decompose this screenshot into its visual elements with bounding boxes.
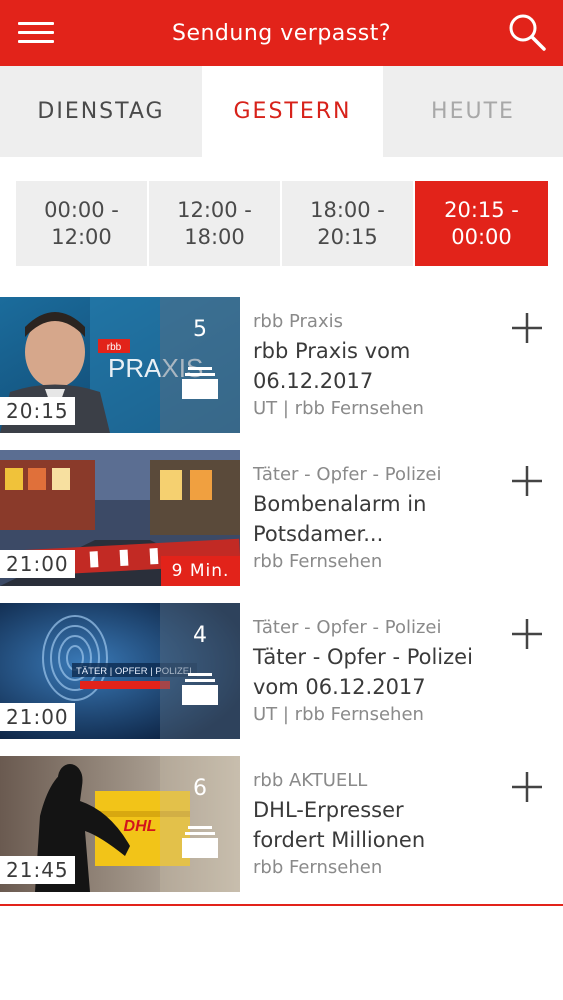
episode-count-overlay: 6 (160, 756, 240, 892)
stack-icon (182, 367, 218, 399)
tab-heute[interactable]: HEUTE (383, 66, 563, 157)
time-badge: 21:45 (0, 856, 75, 884)
list-item[interactable]: TÄTER | OPFER | POLIZEI 4 21:00 Täter - … (0, 603, 563, 739)
item-subtitle: UT | rbb Fernsehen (253, 704, 424, 725)
page-title: Sendung verpasst? (171, 20, 392, 46)
time-slot-start: 20:15 - (444, 197, 519, 222)
item-title-line: fordert Millionen (253, 828, 426, 852)
item-category: Täter - Opfer - Polizei (253, 464, 442, 485)
item-title-line: vom 06.12.2017 (253, 675, 426, 699)
item-title-line: Täter - Opfer - Polizei (253, 645, 473, 669)
stack-icon (182, 826, 218, 858)
time-slot-end: 20:15 (317, 224, 378, 249)
add-icon[interactable] (510, 770, 544, 804)
list-item[interactable]: 9 Min. 21:00 Täter - Opfer - Polizei Bom… (0, 450, 563, 586)
item-meta: rbb AKTUELL DHL-Erpresser fordert Millio… (253, 770, 503, 879)
time-slot-end: 18:00 (184, 224, 245, 249)
item-meta: rbb Praxis rbb Praxis vom 06.12.2017 UT … (253, 311, 503, 420)
item-title-line: Potsdamer... (253, 522, 384, 546)
stack-icon (182, 673, 218, 705)
top-app-bar: Sendung verpasst? (0, 0, 563, 66)
time-slot-end: 00:00 (451, 224, 512, 249)
episode-count: 4 (193, 623, 207, 648)
item-category: Täter - Opfer - Polizei (253, 617, 442, 638)
item-title[interactable]: DHL-Erpresser fordert Millionen (253, 795, 503, 855)
list-end-divider (0, 904, 563, 906)
item-title-line: Bombenalarm in (253, 492, 427, 516)
item-subtitle: rbb Fernsehen (253, 551, 383, 572)
thumbnail-image[interactable]: TÄTER | OPFER | POLIZEI 4 21:00 (0, 603, 240, 739)
add-icon[interactable] (510, 311, 544, 345)
item-title-line: rbb Praxis vom (253, 339, 411, 363)
tab-gestern[interactable]: GESTERN (202, 66, 383, 157)
item-category: rbb Praxis (253, 311, 343, 332)
thumbnail-image[interactable]: rbb PRAXIS 5 20:15 (0, 297, 240, 433)
item-title[interactable]: rbb Praxis vom 06.12.2017 (253, 336, 503, 396)
time-slot-end: 12:00 (51, 224, 112, 249)
item-meta: Täter - Opfer - Polizei Täter - Opfer - … (253, 617, 503, 726)
item-category: rbb AKTUELL (253, 770, 368, 791)
item-title[interactable]: Täter - Opfer - Polizei vom 06.12.2017 (253, 642, 503, 702)
episode-count: 5 (193, 317, 207, 342)
list-item[interactable]: rbb PRAXIS 5 20:15 rbb Praxis rbb Praxis… (0, 297, 563, 433)
thumbnail-image[interactable]: DHL 6 21:45 (0, 756, 240, 892)
item-subtitle: UT | rbb Fernsehen (253, 398, 424, 419)
time-slot-12-18[interactable]: 12:00 -18:00 (149, 181, 280, 266)
tab-dienstag[interactable]: DIENSTAG (0, 66, 202, 157)
time-slot-18-2015[interactable]: 18:00 -20:15 (282, 181, 413, 266)
item-meta: Täter - Opfer - Polizei Bombenalarm in P… (253, 464, 503, 573)
hamburger-menu-icon[interactable] (18, 18, 54, 48)
list-item[interactable]: DHL 6 21:45 rbb AKTUELL DHL-Erpresser fo… (0, 756, 563, 892)
time-slot-00-12[interactable]: 00:00 -12:00 (16, 181, 147, 266)
item-title[interactable]: Bombenalarm in Potsdamer... (253, 489, 503, 549)
time-badge: 21:00 (0, 550, 75, 578)
thumb-logo-text: DHL (124, 818, 157, 835)
episode-count-overlay: 4 (160, 603, 240, 739)
add-icon[interactable] (510, 464, 544, 498)
time-badge: 20:15 (0, 397, 75, 425)
time-slot-start: 18:00 - (310, 197, 385, 222)
day-tabs: DIENSTAG GESTERN HEUTE (0, 66, 563, 157)
item-title-line: DHL-Erpresser (253, 798, 404, 822)
item-subtitle: rbb Fernsehen (253, 857, 383, 878)
duration-badge: 9 Min. (161, 556, 240, 586)
time-badge: 21:00 (0, 703, 75, 731)
episode-count: 6 (193, 776, 207, 801)
time-slot-start: 00:00 - (44, 197, 119, 222)
time-slot-start: 12:00 - (177, 197, 252, 222)
time-slot-2015-00[interactable]: 20:15 -00:00 (415, 181, 548, 266)
episode-count-overlay: 5 (160, 297, 240, 433)
thumb-logo-text: rbb (107, 342, 122, 353)
search-icon[interactable] (507, 12, 547, 52)
add-icon[interactable] (510, 617, 544, 651)
time-slot-selector: 00:00 -12:00 12:00 -18:00 18:00 -20:15 2… (16, 181, 548, 266)
thumbnail-image[interactable]: 9 Min. 21:00 (0, 450, 240, 586)
item-title-line: 06.12.2017 (253, 369, 374, 393)
